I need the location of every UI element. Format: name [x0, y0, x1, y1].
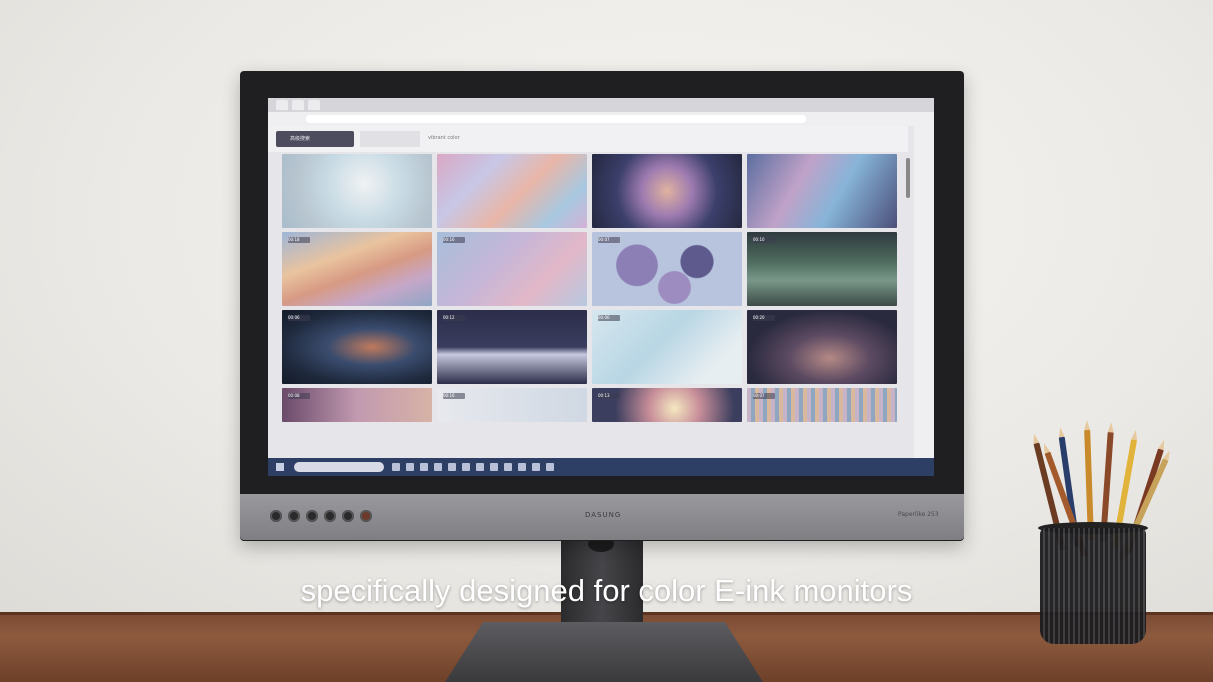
duration-badge: 00:08 [288, 393, 310, 399]
thumbnail[interactable] [747, 154, 897, 228]
thumbnail[interactable]: 00:16 [437, 388, 587, 422]
thumbnail[interactable]: 00:06 [282, 310, 432, 384]
address-bar [268, 112, 934, 126]
search-query: vibrant color [428, 135, 460, 141]
app-icon[interactable] [434, 463, 442, 471]
thumbnail[interactable]: 00:18 [282, 232, 432, 306]
duration-badge: 00:13 [598, 393, 620, 399]
browser-tab[interactable] [308, 100, 320, 110]
browser-side-panel [914, 112, 934, 462]
hardware-button[interactable] [306, 510, 318, 522]
monitor-model: Paperlike 253 [898, 511, 939, 518]
duration-badge: 00:10 [753, 237, 775, 243]
taskbar-search[interactable] [294, 462, 384, 472]
duration-badge: 00:06 [288, 315, 310, 321]
power-button[interactable] [360, 510, 372, 522]
thumbnail[interactable] [437, 154, 587, 228]
monitor-screen: 高级搜索 vibrant color 00:18 00:16 00:07 00:… [268, 98, 934, 476]
app-icon[interactable] [504, 463, 512, 471]
thumbnail[interactable] [592, 154, 742, 228]
app-icon[interactable] [532, 463, 540, 471]
app-icon[interactable] [546, 463, 554, 471]
thumbnail[interactable]: 00:12 [437, 310, 587, 384]
monitor-stand-base [445, 622, 763, 682]
app-icon[interactable] [490, 463, 498, 471]
app-icon[interactable] [406, 463, 414, 471]
hardware-button[interactable] [324, 510, 336, 522]
thumbnail[interactable]: 00:07 [592, 232, 742, 306]
hardware-button[interactable] [342, 510, 354, 522]
duration-badge: 00:20 [753, 315, 775, 321]
browser-tab-bar [268, 98, 934, 112]
app-icon[interactable] [518, 463, 526, 471]
app-icon[interactable] [392, 463, 400, 471]
hardware-buttons [270, 510, 372, 522]
app-icon[interactable] [476, 463, 484, 471]
duration-badge: 00:06 [598, 315, 620, 321]
duration-badge: 00:07 [753, 393, 775, 399]
app-icon[interactable] [462, 463, 470, 471]
browser-tab[interactable] [276, 100, 288, 110]
app-icon[interactable] [448, 463, 456, 471]
category-dropdown[interactable] [360, 131, 420, 147]
duration-badge: 00:12 [443, 315, 465, 321]
os-taskbar [268, 458, 934, 476]
browser-tab[interactable] [292, 100, 304, 110]
monitor-brand: DASUNG [585, 511, 622, 519]
duration-badge: 00:07 [598, 237, 620, 243]
hardware-button[interactable] [288, 510, 300, 522]
thumbnail[interactable]: 00:13 [592, 388, 742, 422]
thumbnail[interactable]: 00:06 [592, 310, 742, 384]
thumbnail[interactable]: 00:08 [282, 388, 432, 422]
thumbnail[interactable] [282, 154, 432, 228]
duration-badge: 00:16 [443, 237, 465, 243]
duration-badge: 00:16 [443, 393, 465, 399]
taskbar-apps [392, 463, 554, 471]
filter-button[interactable]: 高级搜索 [276, 131, 354, 147]
thumbnail[interactable]: 00:07 [747, 388, 897, 422]
site-toolbar: 高级搜索 vibrant color [268, 126, 908, 152]
app-icon[interactable] [420, 463, 428, 471]
thumbnail[interactable]: 00:20 [747, 310, 897, 384]
filter-button-label: 高级搜索 [290, 136, 311, 142]
video-caption: specifically designed for color E-ink mo… [300, 573, 913, 608]
duration-badge: 00:18 [288, 237, 310, 243]
thumbnail[interactable]: 00:10 [747, 232, 897, 306]
hardware-button[interactable] [270, 510, 282, 522]
thumbnail[interactable]: 00:16 [437, 232, 587, 306]
start-icon[interactable] [276, 463, 284, 471]
scrollbar[interactable] [906, 158, 910, 198]
url-field[interactable] [306, 115, 806, 123]
